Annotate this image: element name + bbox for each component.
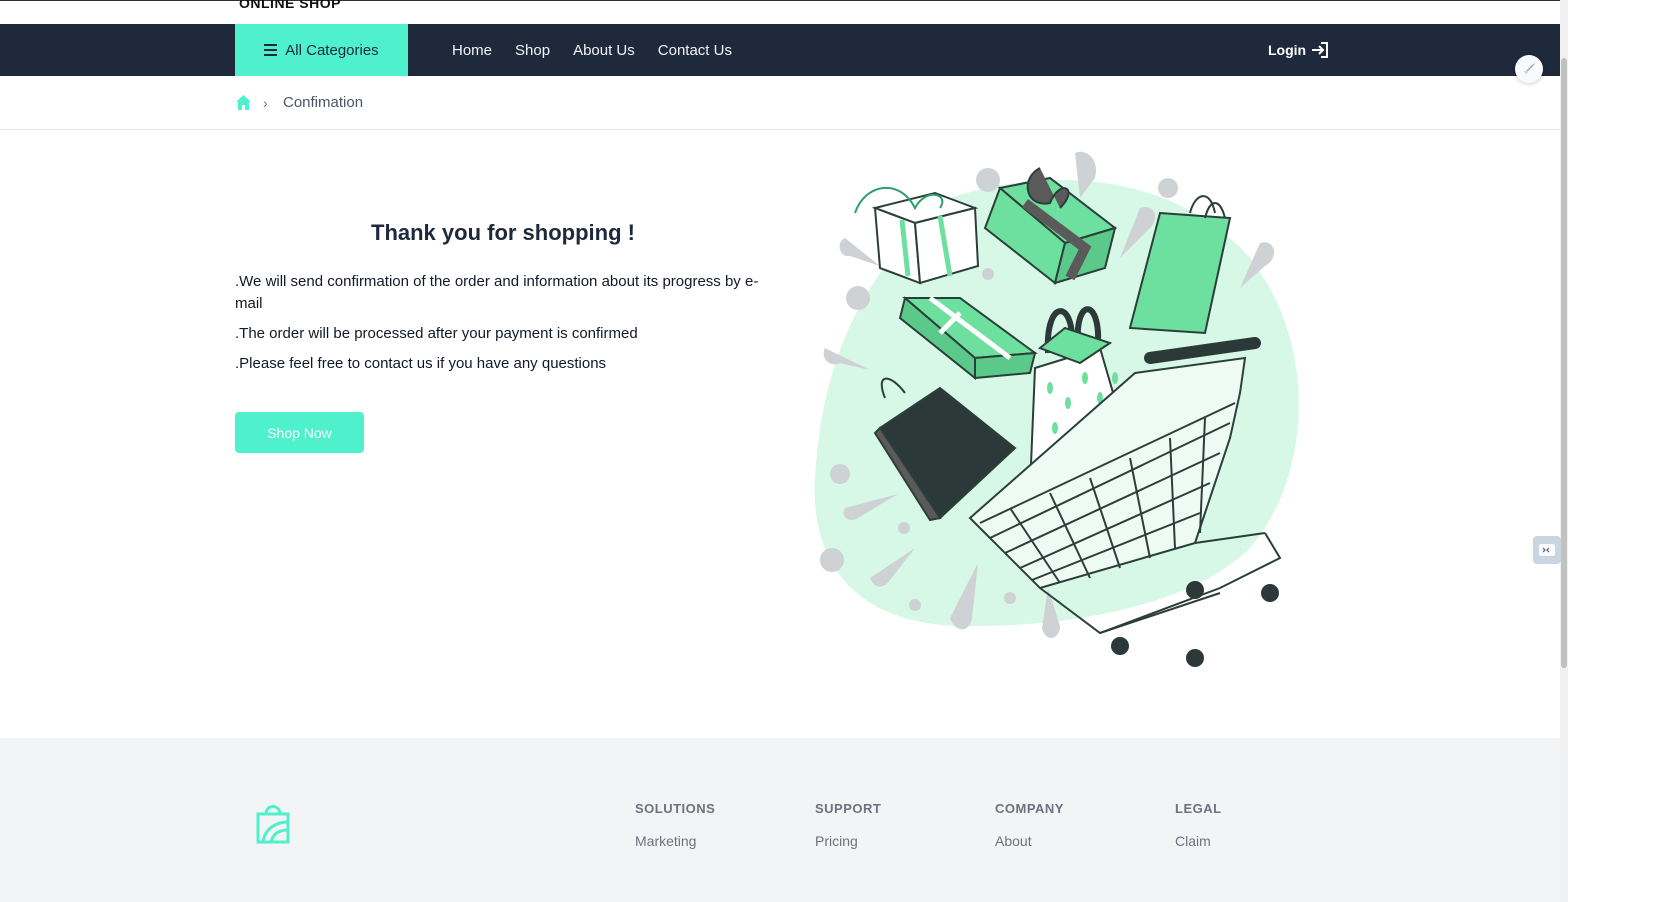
footer-link-claim[interactable]: Claim bbox=[1175, 833, 1222, 849]
footer-heading-solutions: SOLUTIONS bbox=[635, 801, 716, 816]
menu-icon bbox=[264, 44, 278, 56]
footer-link-pricing[interactable]: Pricing bbox=[815, 833, 881, 849]
main-navbar: All Categories Home Shop About Us Contac… bbox=[0, 24, 1560, 76]
all-categories-label: All Categories bbox=[285, 41, 379, 59]
chevron-right-icon: › bbox=[263, 95, 268, 111]
page-title: Thank you for shopping ! bbox=[371, 220, 635, 245]
breadcrumb: › Confimation bbox=[0, 76, 1560, 130]
shopping-bag-logo-icon[interactable] bbox=[255, 800, 291, 844]
scrollbar-thumb[interactable] bbox=[1561, 58, 1567, 668]
nav-links: Home Shop About Us Contact Us bbox=[452, 24, 755, 76]
footer-link-about[interactable]: About bbox=[995, 833, 1064, 849]
footer-col-company: COMPANY About bbox=[995, 801, 1064, 849]
footer-col-legal: LEGAL Claim bbox=[1175, 801, 1222, 849]
rocket-widget-button[interactable] bbox=[1515, 55, 1543, 83]
login-icon bbox=[1312, 42, 1329, 58]
rocket-icon bbox=[1524, 63, 1535, 74]
top-strip: ONLINE SHOP bbox=[0, 0, 1568, 25]
page: ONLINE SHOP All Categories Home Shop Abo… bbox=[0, 0, 1568, 902]
nav-link-shop[interactable]: Shop bbox=[515, 42, 550, 59]
footer-col-solutions: SOLUTIONS Marketing bbox=[635, 801, 715, 849]
chat-icon bbox=[1539, 544, 1555, 556]
message-payment: .The order will be processed after your … bbox=[235, 325, 638, 342]
footer-heading-support: SUPPORT bbox=[815, 801, 882, 816]
shopping-illustration bbox=[814, 151, 1299, 667]
login-button[interactable]: Login bbox=[1268, 24, 1330, 76]
message-contact: .Please feel free to contact us if you h… bbox=[235, 355, 607, 372]
home-icon[interactable] bbox=[235, 94, 252, 111]
message-email: .We will send confirmation of the order … bbox=[235, 273, 759, 312]
footer-col-support: SUPPORT Pricing bbox=[815, 801, 881, 849]
footer-heading-company: COMPANY bbox=[995, 801, 1064, 816]
footer-heading-legal: LEGAL bbox=[1175, 801, 1222, 816]
nav-link-home[interactable]: Home bbox=[452, 42, 492, 59]
breadcrumb-current: Confimation bbox=[283, 94, 364, 111]
shop-now-button[interactable]: Shop Now bbox=[235, 412, 364, 453]
login-label: Login bbox=[1268, 42, 1307, 58]
footer: SOLUTIONS Marketing SUPPORT Pricing COMP… bbox=[0, 738, 1560, 902]
chat-widget-button[interactable] bbox=[1533, 536, 1561, 564]
nav-link-about[interactable]: About Us bbox=[573, 42, 635, 59]
nav-link-contact[interactable]: Contact Us bbox=[658, 42, 732, 59]
brand-logo-text[interactable]: ONLINE SHOP bbox=[239, 0, 341, 11]
footer-link-marketing[interactable]: Marketing bbox=[635, 833, 715, 849]
all-categories-button[interactable]: All Categories bbox=[235, 24, 408, 76]
